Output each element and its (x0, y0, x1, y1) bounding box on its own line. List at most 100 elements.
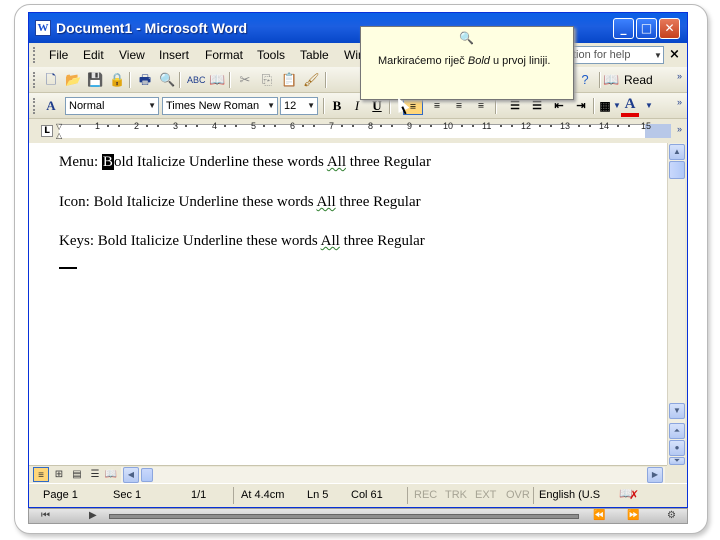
ruler-tick (511, 125, 513, 127)
ruler-tick (302, 125, 304, 127)
menu-table[interactable]: Table (300, 48, 329, 62)
player-start-icon[interactable]: ⏮ (41, 510, 50, 521)
status-overtype[interactable]: OVR (506, 489, 530, 501)
status-column: Col 61 (351, 489, 383, 501)
new-document-icon[interactable]: 🗋 (43, 72, 59, 88)
chevron-down-icon[interactable]: ▼ (641, 98, 657, 114)
menu-tools[interactable]: Tools (257, 48, 285, 62)
horizontal-scroll-thumb[interactable] (141, 468, 153, 482)
cut-icon[interactable]: ✂ (237, 72, 253, 88)
status-record-macro[interactable]: REC (414, 489, 437, 501)
horizontal-ruler[interactable]: L ▽ △ 1 2 3 4 5 6 7 8 9 10 11 12 13 14 15 (29, 119, 687, 143)
word-app-icon[interactable]: W (35, 20, 51, 36)
document-page[interactable]: Menu: Bold Italicize Underline these wor… (29, 143, 667, 465)
font-color-swatch (621, 113, 639, 117)
toolbar-options-chevron-icon[interactable]: » (677, 97, 682, 107)
ruler-tick (224, 125, 226, 127)
chevron-down-icon[interactable]: ▼ (148, 98, 156, 114)
document-line-icon[interactable]: Icon: Bold Italicize Underline these wor… (59, 194, 421, 211)
save-icon[interactable]: 💾 (87, 72, 103, 88)
research-icon[interactable]: 📖 (209, 72, 225, 88)
document-line-menu[interactable]: Menu: Bold Italicize Underline these wor… (59, 154, 431, 171)
horizontal-scrollbar[interactable]: ◀ ▶ (121, 467, 665, 483)
close-window-button[interactable]: ✕ (659, 18, 680, 39)
player-options-icon[interactable]: ⚙ (667, 510, 676, 521)
vertical-scrollbar[interactable]: ▲ ▼ ⏶ ● ⏷ (667, 143, 685, 465)
line-label: Menu: (59, 154, 99, 170)
indent-marker-icon[interactable]: ▽ △ (56, 122, 65, 140)
format-painter-icon[interactable]: 🖌 (303, 72, 320, 88)
menu-format[interactable]: Format (205, 48, 243, 62)
outline-view-icon[interactable]: ☰ (87, 467, 103, 482)
font-size-combo[interactable]: 12 ▼ (280, 97, 318, 115)
print-icon[interactable]: 🖶 (137, 72, 153, 88)
reading-layout-icon[interactable]: 📖 (603, 72, 619, 88)
increase-indent-icon[interactable]: ⇥ (571, 97, 591, 115)
status-extend[interactable]: EXT (475, 489, 496, 501)
bold-button[interactable]: B (327, 97, 347, 115)
ruler-options-chevron-icon[interactable]: » (677, 124, 682, 134)
read-button[interactable]: Read (624, 73, 653, 87)
ruler-tick (118, 125, 120, 127)
help-icon[interactable]: ? (577, 72, 593, 88)
help-search-input[interactable]: tion for help (569, 46, 664, 64)
ruler-tick (352, 125, 354, 127)
previous-page-icon[interactable]: ⏶ (669, 423, 685, 439)
normal-view-icon[interactable]: ≡ (33, 467, 49, 482)
spelling-error-icon: ✗ (629, 488, 640, 502)
status-page-count: 1/1 (191, 489, 207, 501)
chevron-down-icon[interactable]: ▼ (267, 98, 275, 114)
font-combo[interactable]: Times New Roman ▼ (162, 97, 278, 115)
status-language[interactable]: English (U.S (539, 489, 600, 501)
document-line-keys[interactable]: Keys: Bold Italicize Underline these wor… (59, 233, 425, 250)
ruler-number: 2 (134, 121, 140, 131)
scroll-right-icon[interactable]: ▶ (647, 467, 663, 483)
maximize-button[interactable]: □ (636, 18, 657, 39)
web-layout-view-icon[interactable]: ⊞ (51, 467, 67, 482)
next-page-icon[interactable]: ⏷ (669, 457, 685, 465)
scroll-thumb[interactable] (669, 161, 685, 179)
title-bar[interactable]: W Document1 - Microsoft Word _ □ ✕ (29, 13, 687, 43)
tab-selector-icon[interactable]: L (41, 125, 53, 137)
menu-insert[interactable]: Insert (159, 48, 189, 62)
ruler-tick (617, 125, 619, 127)
menu-view[interactable]: View (119, 48, 145, 62)
scroll-down-icon[interactable]: ▼ (669, 403, 685, 419)
chevron-down-icon[interactable]: ▼ (307, 98, 315, 114)
word-window: W Document1 - Microsoft Word _ □ ✕ File … (28, 12, 688, 508)
player-rewind-icon[interactable]: ⏪ (593, 510, 605, 521)
scroll-left-icon[interactable]: ◀ (123, 467, 139, 483)
ruler-tick (313, 125, 315, 127)
copy-icon[interactable]: ⎘ (259, 72, 275, 88)
menubar-grip[interactable] (33, 47, 36, 63)
styles-pane-icon[interactable]: A (43, 98, 59, 114)
player-progress-track[interactable] (109, 514, 579, 519)
minimize-button[interactable]: _ (613, 18, 634, 39)
toolbar-grip[interactable] (33, 98, 36, 114)
ruler-number: 7 (329, 121, 335, 131)
paste-icon[interactable]: 📋 (281, 72, 297, 88)
print-preview-icon[interactable]: 🔍 (159, 72, 175, 88)
ruler-tick (500, 125, 502, 127)
ruler-tick (430, 125, 432, 127)
style-combo[interactable]: Normal ▼ (65, 97, 159, 115)
player-forward-icon[interactable]: ⏩ (627, 510, 639, 521)
toolbar-options-chevron-icon[interactable]: » (677, 71, 682, 81)
close-document-button[interactable]: × (669, 47, 680, 62)
print-layout-view-icon[interactable]: ▤ (69, 467, 85, 482)
help-dropdown-arrow-icon[interactable]: ▼ (654, 51, 662, 60)
permission-icon[interactable]: 🔒 (109, 72, 125, 88)
toolbar-grip[interactable] (33, 72, 36, 88)
callout-text: Markiraćemo riječ Bold u prvoj liniji. (378, 53, 564, 69)
word-all: All (316, 194, 336, 210)
menu-edit[interactable]: Edit (83, 48, 104, 62)
scroll-up-icon[interactable]: ▲ (669, 144, 685, 160)
browse-object-icon[interactable]: ● (669, 440, 685, 456)
spelling-icon[interactable]: ABC (187, 72, 206, 88)
reading-layout-view-icon[interactable]: 📖 (103, 467, 119, 482)
status-track-changes[interactable]: TRK (445, 489, 467, 501)
open-folder-icon[interactable]: 📂 (65, 72, 81, 88)
ruler-number: 4 (212, 121, 218, 131)
menu-file[interactable]: File (49, 48, 68, 62)
player-play-icon[interactable]: ▶ (89, 510, 97, 521)
